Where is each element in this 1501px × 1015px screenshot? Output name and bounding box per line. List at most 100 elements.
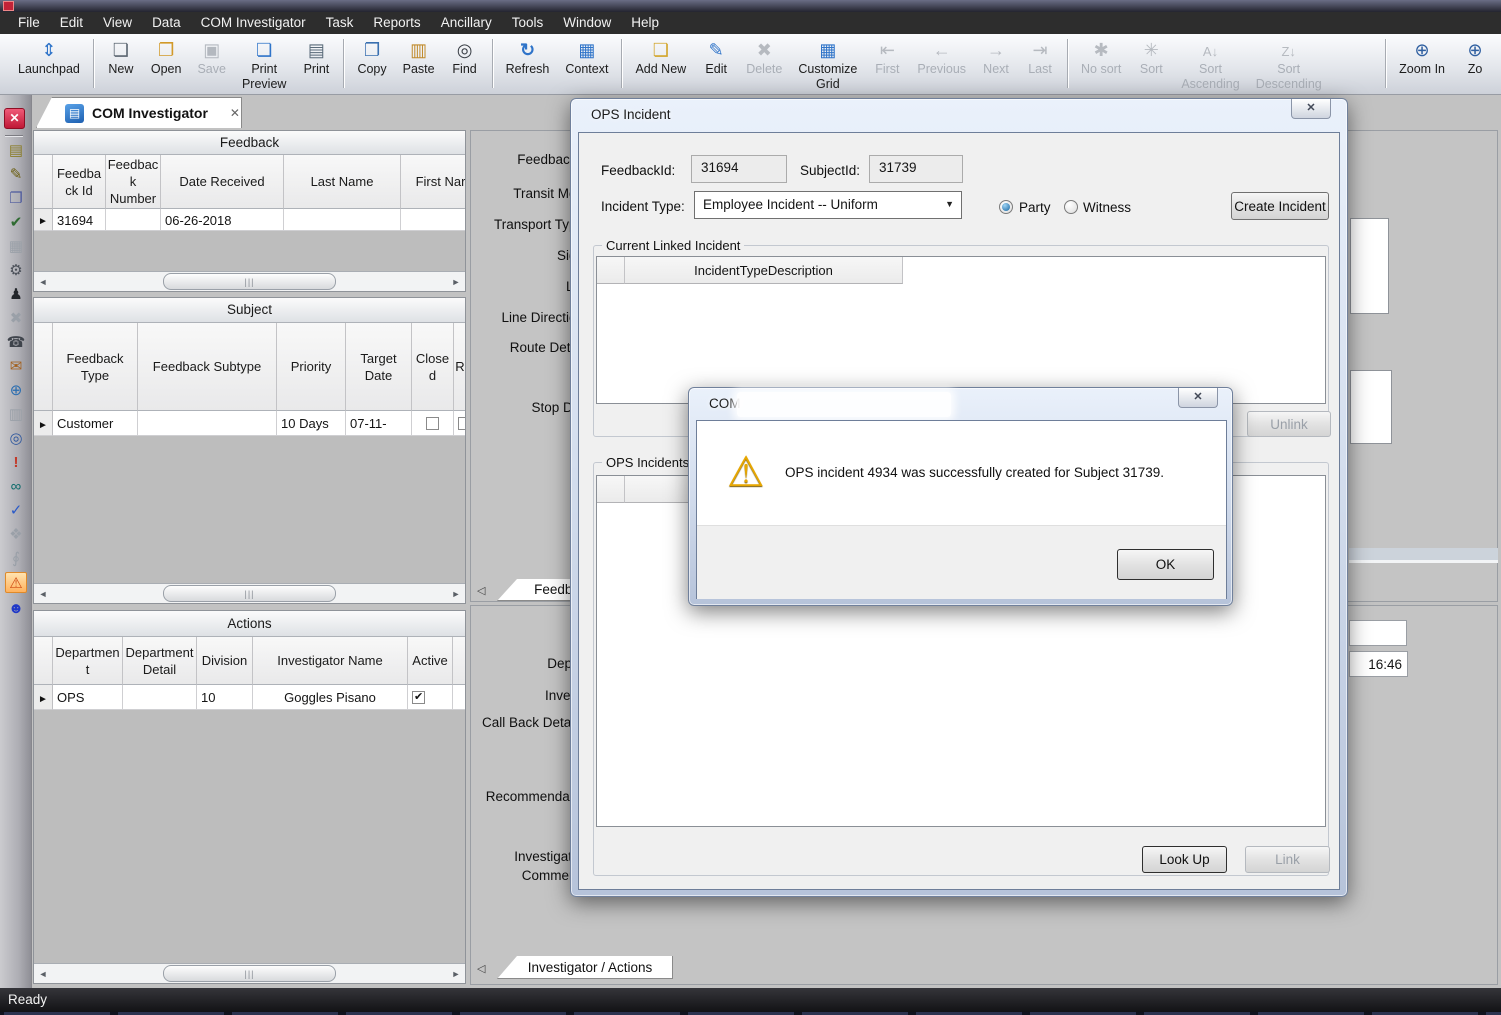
message-box-close-icon[interactable]: ✕ (1178, 388, 1218, 408)
horizontal-scrollbar[interactable]: ◄ ||| ► (34, 583, 465, 603)
column-header-division[interactable]: Division (197, 637, 253, 685)
column-header-department[interactable]: Department (53, 637, 123, 685)
print-button[interactable]: Print (294, 37, 338, 78)
menu-file[interactable]: File (8, 12, 50, 34)
horizontal-scrollbar[interactable]: ◄ ||| ► (34, 963, 465, 983)
column-header-feedback-id[interactable]: Feedback Id (53, 155, 106, 209)
mail-receive-icon[interactable]: ✉ (5, 356, 27, 377)
column-header-feedback-subtype[interactable]: Feedback Subtype (138, 323, 277, 411)
date-field-fragment[interactable] (1349, 620, 1407, 646)
column-header-feedback-type[interactable]: Feedback Type (53, 323, 138, 411)
alert-document-icon[interactable]: ! (5, 452, 27, 473)
scroll-right-icon[interactable]: ► (447, 272, 465, 291)
refresh-button[interactable]: Refresh (498, 37, 558, 78)
actions-grid-header: Department Department Detail Division In… (34, 637, 465, 685)
compose-icon[interactable]: ✎ (5, 164, 27, 185)
find-button[interactable]: Find (443, 37, 487, 78)
scroll-left-icon[interactable]: ◄ (34, 272, 52, 291)
linked-incident-grid[interactable]: IncidentTypeDescription (596, 256, 1326, 404)
add-new-button[interactable]: Add New (627, 37, 694, 78)
tab-scroll-left-icon[interactable]: ◁ (477, 584, 485, 597)
column-header-date-received[interactable]: Date Received (161, 155, 284, 209)
context-button[interactable]: Context (557, 37, 616, 78)
party-radio[interactable] (999, 200, 1013, 214)
scrollbar-thumb[interactable]: ||| (163, 273, 337, 290)
scroll-right-icon[interactable]: ► (447, 964, 465, 983)
menu-window[interactable]: Window (553, 12, 621, 34)
new-button[interactable]: New (99, 37, 143, 78)
menu-ancillary[interactable]: Ancillary (431, 12, 502, 34)
dialog-close-icon[interactable]: ✕ (1291, 99, 1331, 119)
menu-com-investigator[interactable]: COM Investigator (191, 12, 316, 34)
memo-icon[interactable]: ▤ (5, 140, 27, 161)
open-folder-icon (158, 38, 174, 62)
fax-icon[interactable]: ☎ (5, 332, 27, 353)
active-checkbox[interactable] (412, 691, 425, 704)
eyeglasses-icon[interactable]: ∞ (5, 476, 27, 497)
scrollbar-thumb[interactable]: ||| (163, 585, 337, 602)
horizontal-scrollbar[interactable]: ◄ ||| ► (34, 271, 465, 291)
column-header-incident-type-description[interactable]: IncidentTypeDescription (625, 257, 903, 284)
open-button[interactable]: Open (143, 37, 190, 78)
zoom-in-button[interactable]: Zoom In (1391, 37, 1453, 78)
zoom-out-button[interactable]: Zo (1453, 37, 1497, 78)
spell-check-icon[interactable]: ✓ (5, 500, 27, 521)
tab-com-investigator[interactable]: ▤ COM Investigator ✕ (36, 97, 242, 128)
table-row[interactable]: OPS 10 Goggles Pisano (34, 685, 465, 710)
incident-type-dropdown[interactable]: Employee Incident -- Uniform ▼ (694, 191, 962, 219)
scrollbar-thumb[interactable]: ||| (163, 965, 337, 982)
tab-investigator-actions[interactable]: Investigator / Actions (497, 956, 673, 979)
close-icon[interactable]: ✕ (4, 108, 25, 129)
feedback-id-field[interactable]: 31694 (691, 155, 787, 183)
tools-icon[interactable]: ⚙ (5, 260, 27, 281)
column-header-department-detail[interactable]: Department Detail (123, 637, 197, 685)
column-header-first-name[interactable]: First Nar (401, 155, 466, 209)
customize-grid-button[interactable]: CustomizeGrid (790, 37, 865, 93)
column-header-r[interactable]: R R (454, 323, 466, 411)
table-row[interactable]: 31694 06-26-2018 (34, 209, 465, 231)
copy-pages-icon[interactable]: ❐ (5, 188, 27, 209)
copy-button[interactable]: Copy (349, 37, 394, 78)
stamp-icon[interactable]: ♟ (5, 284, 27, 305)
column-header-investigator-name[interactable]: Investigator Name (253, 637, 408, 685)
field-label-investigator-comment: Investigator Comment: (468, 847, 584, 885)
tab-close-icon[interactable]: ✕ (230, 106, 240, 120)
column-header-target-date[interactable]: Target Date (346, 323, 412, 411)
tab-scroll-left-icon[interactable]: ◁ (477, 962, 485, 975)
table-row[interactable]: Customer 10 Days 07-11- (34, 411, 465, 436)
column-header-active[interactable]: Active (408, 637, 453, 685)
time-field[interactable]: 16:46 (1349, 651, 1408, 677)
web-document-icon[interactable]: ⊕ (5, 380, 27, 401)
menu-view[interactable]: View (93, 12, 142, 34)
warning-icon[interactable]: ⚠ (5, 572, 27, 593)
smiley-icon[interactable]: ☻ (5, 598, 27, 619)
scroll-left-icon[interactable]: ◄ (34, 584, 52, 603)
text-area-fragment[interactable] (1350, 218, 1389, 314)
r-checkbox[interactable] (458, 417, 466, 430)
print-preview-button[interactable]: PrintPreview (234, 37, 294, 93)
closed-checkbox[interactable] (426, 417, 439, 430)
ok-button[interactable]: OK (1117, 549, 1214, 580)
text-area-fragment[interactable] (1350, 370, 1392, 444)
create-incident-button[interactable]: Create Incident (1231, 192, 1329, 220)
subject-id-field[interactable]: 31739 (869, 155, 963, 183)
find-document-icon[interactable]: ◎ (5, 428, 27, 449)
column-header-priority[interactable]: Priority (277, 323, 346, 411)
column-header-closed[interactable]: Closed (412, 323, 454, 411)
approve-icon[interactable]: ✔ (5, 212, 27, 233)
menu-data[interactable]: Data (142, 12, 191, 34)
scroll-left-icon[interactable]: ◄ (34, 964, 52, 983)
column-header-feedback-number[interactable]: Feedback Number (106, 155, 161, 209)
menu-reports[interactable]: Reports (363, 12, 430, 34)
witness-radio[interactable] (1064, 200, 1078, 214)
column-header-last-name[interactable]: Last Name (284, 155, 401, 209)
menu-help[interactable]: Help (621, 12, 669, 34)
menu-edit[interactable]: Edit (50, 12, 93, 34)
scroll-right-icon[interactable]: ► (447, 584, 465, 603)
launchpad-button[interactable]: Launchpad (10, 37, 88, 78)
menu-task[interactable]: Task (316, 12, 364, 34)
look-up-button[interactable]: Look Up (1142, 846, 1227, 873)
menu-tools[interactable]: Tools (502, 12, 554, 34)
edit-button[interactable]: Edit (694, 37, 738, 78)
paste-button[interactable]: Paste (395, 37, 443, 78)
